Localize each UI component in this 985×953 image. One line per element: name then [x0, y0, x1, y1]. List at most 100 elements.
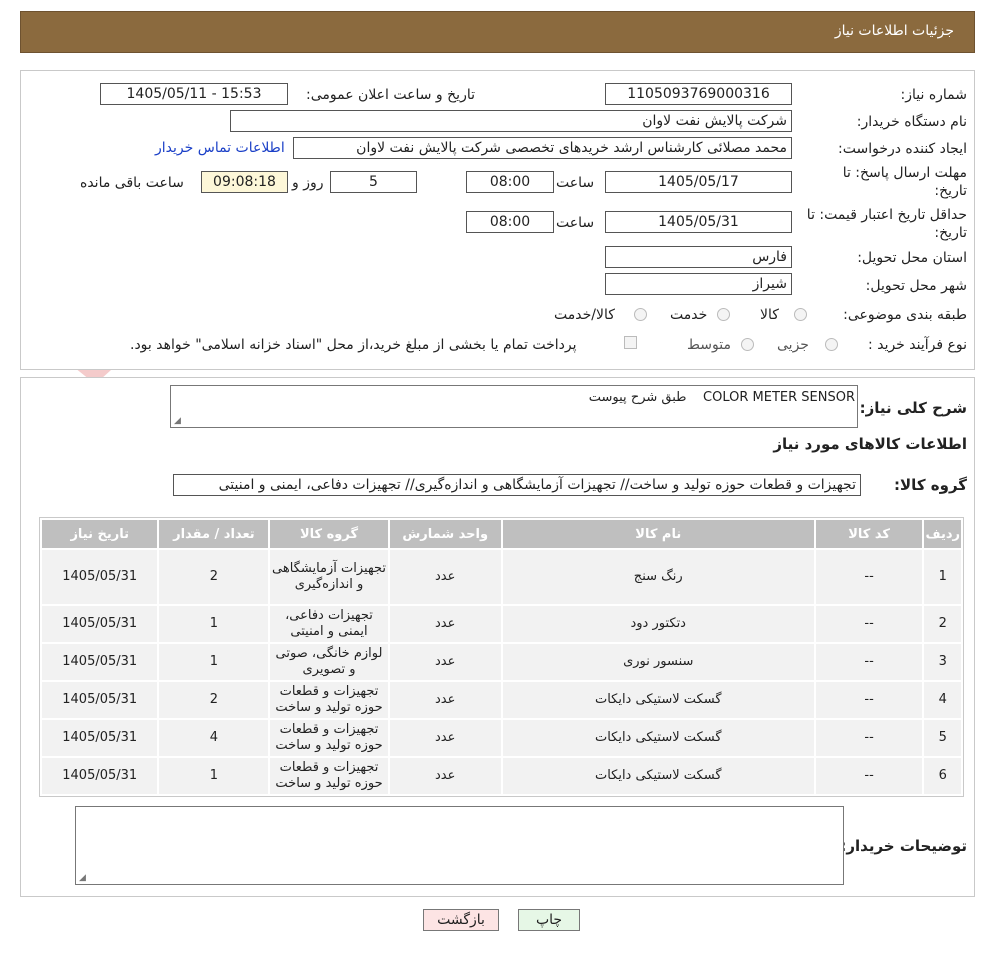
province-label: استان محل تحویل: — [857, 250, 967, 266]
deadline-label: مهلت ارسال پاسخ: تا — [842, 165, 967, 181]
back-button[interactable]: بازگشت — [423, 909, 499, 931]
validity-label: حداقل تاریخ اعتبار قیمت: تا — [806, 207, 967, 223]
cell-row: 6 — [922, 756, 963, 796]
goods-group-label: گروه کالا: — [894, 476, 967, 494]
cell-qty: 1 — [157, 604, 271, 644]
cell-name: سنسور نوری — [500, 642, 816, 682]
table-row: 5 -- گسکت لاستیکی دایکات عدد تجهیزات و ق… — [39, 718, 963, 758]
process-label: نوع فرآیند خرید : — [868, 337, 967, 353]
cell-row: 2 — [922, 604, 963, 644]
category-radio-service[interactable] — [717, 308, 730, 321]
cell-code: -- — [813, 680, 925, 720]
cell-group: لوازم خانگی، صوتی و تصویری — [268, 642, 390, 682]
cell-row: 4 — [922, 680, 963, 720]
deadline-date-field: 1405/05/17 — [605, 171, 792, 193]
process-option-medium: متوسط — [687, 337, 731, 353]
buyer-org-field: شرکت پالایش نفت لاوان — [230, 110, 792, 132]
table-row: 4 -- گسکت لاستیکی دایکات عدد تجهیزات و ق… — [39, 680, 963, 720]
table-row: 6 -- گسکت لاستیکی دایکات عدد تجهیزات و ق… — [39, 756, 963, 796]
items-table-wrapper: ردیف کد کالا نام کالا واحد شمارش گروه کا… — [39, 517, 964, 797]
col-row: ردیف — [922, 518, 963, 550]
summary-textarea[interactable]: COLOR METER SENSOR طبق شرح پیوست ◢ — [170, 385, 858, 428]
announce-date-field: 1405/05/11 - 15:53 — [100, 83, 288, 105]
category-radio-goods-service[interactable] — [634, 308, 647, 321]
summary-text: COLOR METER SENSOR طبق شرح پیوست — [588, 390, 855, 405]
validity-time-label: ساعت — [556, 215, 595, 231]
cell-name: رنگ سنج — [500, 548, 816, 606]
cell-date: 1405/05/31 — [39, 548, 160, 606]
cell-group: تجهیزات و قطعات حوزه تولید و ساخت — [268, 680, 390, 720]
col-group: گروه کالا — [268, 518, 390, 550]
cell-group: تجهیزات و قطعات حوزه تولید و ساخت — [268, 756, 390, 796]
print-button[interactable]: چاپ — [518, 909, 580, 931]
cell-qty: 2 — [157, 680, 271, 720]
category-option-goods-service: کالا/خدمت — [554, 307, 615, 323]
city-field: شیراز — [605, 273, 792, 295]
cell-unit: عدد — [387, 642, 503, 682]
col-unit: واحد شمارش — [387, 518, 503, 550]
cell-row: 3 — [922, 642, 963, 682]
cell-group: تجهیزات آزمایشگاهی و اندازه‌گیری — [268, 548, 390, 606]
treasury-payment-note: پرداخت تمام یا بخشی از مبلغ خرید،از محل … — [130, 337, 577, 353]
goods-info-title: اطلاعات کالاهای مورد نیاز — [773, 435, 967, 453]
resize-handle-icon[interactable]: ◢ — [79, 873, 86, 883]
buyer-contact-link[interactable]: اطلاعات تماس خریدار — [155, 140, 285, 156]
cell-date: 1405/05/31 — [39, 718, 160, 758]
table-row: 1 -- رنگ سنج عدد تجهیزات آزمایشگاهی و ان… — [39, 548, 963, 606]
category-radio-goods[interactable] — [794, 308, 807, 321]
cell-code: -- — [813, 642, 925, 682]
cell-name: گسکت لاستیکی دایکات — [500, 680, 816, 720]
cell-qty: 2 — [157, 548, 271, 606]
deadline-time-field: 08:00 — [466, 171, 554, 193]
treasury-payment-checkbox[interactable] — [624, 336, 637, 349]
cell-code: -- — [813, 718, 925, 758]
creator-field: محمد مصلائی کارشناس ارشد خریدهای تخصصی ش… — [293, 137, 792, 159]
process-radio-medium[interactable] — [741, 338, 754, 351]
days-label: روز و — [292, 175, 324, 191]
category-option-service: خدمت — [670, 307, 708, 323]
goods-group-field: تجهیزات و قطعات حوزه تولید و ساخت// تجهی… — [173, 474, 861, 496]
need-number-label: شماره نیاز: — [900, 87, 968, 103]
need-number-field: 1105093769000316 — [605, 83, 792, 105]
cell-unit: عدد — [387, 680, 503, 720]
cell-unit: عدد — [387, 718, 503, 758]
cell-unit: عدد — [387, 604, 503, 644]
cell-name: دتکتور دود — [500, 604, 816, 644]
cell-row: 5 — [922, 718, 963, 758]
cell-row: 1 — [922, 548, 963, 606]
buyer-notes-label: توضیحات خریدار: — [840, 837, 967, 855]
category-label: طبقه بندی موضوعی: — [843, 307, 967, 323]
table-row: 2 -- دتکتور دود عدد تجهیزات دفاعی، ایمنی… — [39, 604, 963, 644]
table-row: 3 -- سنسور نوری عدد لوازم خانگی، صوتی و … — [39, 642, 963, 682]
cell-group: تجهیزات دفاعی، ایمنی و امنیتی — [268, 604, 390, 644]
process-radio-minor[interactable] — [825, 338, 838, 351]
resize-handle-icon[interactable]: ◢ — [174, 416, 181, 426]
cell-date: 1405/05/31 — [39, 642, 160, 682]
col-name: نام کالا — [500, 518, 816, 550]
cell-qty: 4 — [157, 718, 271, 758]
validity-label-date: تاریخ: — [934, 225, 967, 241]
cell-date: 1405/05/31 — [39, 756, 160, 796]
cell-code: -- — [813, 756, 925, 796]
province-field: فارس — [605, 246, 792, 268]
buyer-org-label: نام دستگاه خریدار: — [856, 114, 967, 130]
remaining-time-field: 09:08:18 — [201, 171, 288, 193]
buyer-notes-textarea[interactable]: ◢ — [75, 806, 844, 885]
cell-name: گسکت لاستیکی دایکات — [500, 718, 816, 758]
validity-time-field: 08:00 — [466, 211, 554, 233]
cell-qty: 1 — [157, 756, 271, 796]
page-title: جزئیات اطلاعات نیاز — [834, 23, 954, 39]
summary-label: شرح کلی نیاز: — [859, 399, 967, 417]
items-table-header: ردیف کد کالا نام کالا واحد شمارش گروه کا… — [39, 518, 963, 550]
city-label: شهر محل تحویل: — [865, 278, 967, 294]
announce-date-label: تاریخ و ساعت اعلان عمومی: — [306, 87, 475, 103]
page-header: جزئیات اطلاعات نیاز — [20, 11, 975, 53]
cell-date: 1405/05/31 — [39, 604, 160, 644]
cell-date: 1405/05/31 — [39, 680, 160, 720]
remaining-days-field: 5 — [330, 171, 417, 193]
items-table: ردیف کد کالا نام کالا واحد شمارش گروه کا… — [39, 518, 963, 796]
col-code: کد کالا — [813, 518, 925, 550]
col-date: تاریخ نیاز — [39, 518, 160, 550]
deadline-label-date: تاریخ: — [934, 183, 967, 199]
category-option-goods: کالا — [760, 307, 779, 323]
